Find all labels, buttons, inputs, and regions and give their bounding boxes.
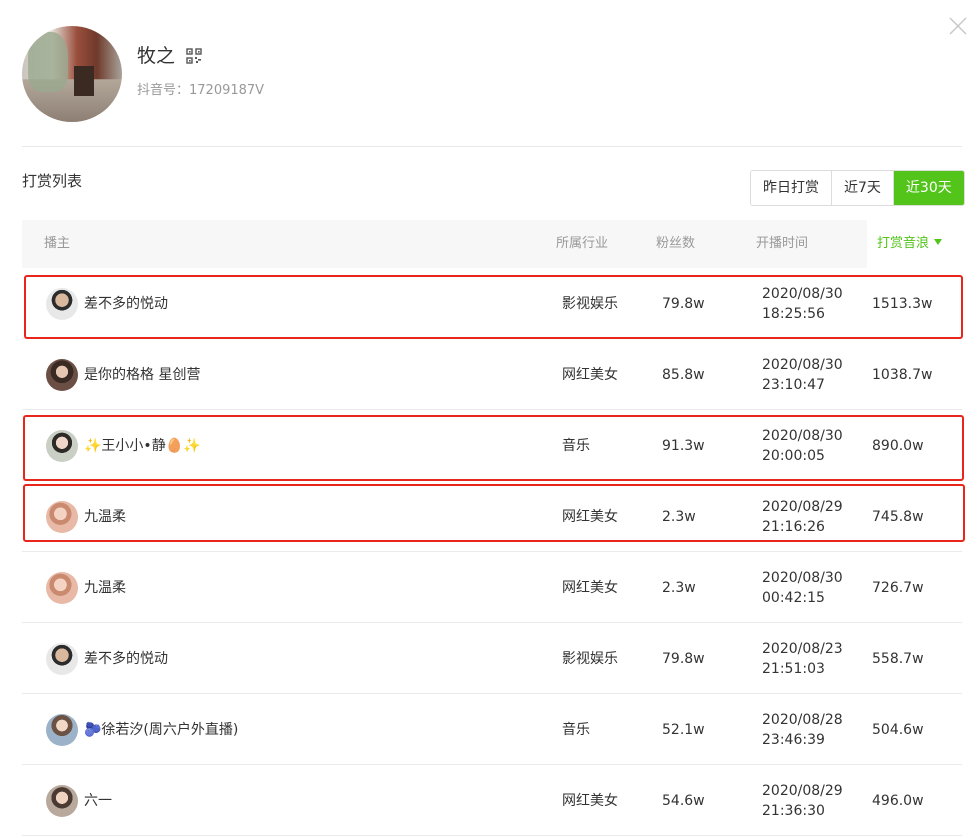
table-row[interactable]: 六一 网红美女 54.6w 2020/08/29 21:36:30 496.0w [22, 765, 962, 836]
start-date: 2020/08/30 [762, 428, 843, 444]
column-header-industry: 所属行业 [556, 236, 609, 251]
column-header-reward[interactable]: 打赏音浪 [867, 220, 962, 268]
reward-amount: 1038.7w [872, 367, 933, 383]
start-time: 2020/08/30 18:25:56 [762, 284, 843, 324]
fans-count: 2.3w [662, 580, 696, 596]
start-time: 2020/08/29 21:16:26 [762, 497, 843, 537]
start-time: 2020/08/30 20:00:05 [762, 426, 843, 466]
industry: 网红美女 [562, 580, 618, 596]
table-header: 播主 所属行业 粉丝数 开播时间 打赏音浪 [22, 220, 962, 268]
industry: 音乐 [562, 438, 590, 454]
start-clock: 21:16:26 [762, 519, 825, 535]
tab-yesterday[interactable]: 昨日打赏 [751, 171, 832, 205]
industry: 影视娱乐 [562, 296, 618, 312]
profile-id: 抖音号：17209187V [137, 82, 264, 100]
reward-amount: 496.0w [872, 793, 924, 809]
anchor-name[interactable]: 是你的格格 星创营 [84, 366, 200, 384]
anchor-name[interactable]: 九温柔 [84, 579, 126, 597]
start-clock: 20:00:05 [762, 448, 825, 464]
column-header-reward-label: 打赏音浪 [877, 236, 930, 251]
start-date: 2020/08/28 [762, 712, 843, 728]
anchor-name[interactable]: 六一 [84, 792, 112, 810]
qr-code-icon[interactable] [186, 48, 202, 64]
close-button[interactable] [948, 16, 968, 36]
start-date: 2020/08/29 [762, 499, 843, 515]
divider [22, 146, 962, 147]
start-time: 2020/08/30 00:42:15 [762, 568, 843, 608]
avatar [46, 643, 78, 675]
profile-avatar [22, 26, 122, 122]
period-tabs: 昨日打赏 近7天 近30天 [750, 170, 965, 206]
fans-count: 54.6w [662, 793, 705, 809]
start-date: 2020/08/30 [762, 570, 843, 586]
industry: 网红美女 [562, 793, 618, 809]
start-date: 2020/08/23 [762, 641, 843, 657]
reward-amount: 890.0w [872, 438, 924, 454]
fans-count: 79.8w [662, 296, 705, 312]
start-clock: 18:25:56 [762, 306, 825, 322]
fans-count: 91.3w [662, 438, 705, 454]
start-date: 2020/08/30 [762, 286, 843, 302]
tab-7-days[interactable]: 近7天 [832, 171, 894, 205]
column-header-anchor: 播主 [44, 236, 71, 251]
start-clock: 23:10:47 [762, 377, 825, 393]
avatar [46, 714, 78, 746]
sort-desc-icon [934, 238, 943, 245]
avatar [46, 572, 78, 604]
column-header-start-time: 开播时间 [756, 236, 809, 251]
reward-amount: 726.7w [872, 580, 924, 596]
fans-count: 2.3w [662, 509, 696, 525]
fans-count: 52.1w [662, 722, 705, 738]
start-time: 2020/08/30 23:10:47 [762, 355, 843, 395]
start-time: 2020/08/28 23:46:39 [762, 710, 843, 750]
fans-count: 79.8w [662, 651, 705, 667]
anchor-name[interactable]: ✨王小小•静🥚✨ [84, 437, 201, 455]
avatar [46, 359, 78, 391]
column-header-fans: 粉丝数 [656, 236, 696, 251]
profile-id-label: 抖音号： [137, 83, 190, 98]
table-row[interactable]: 🫐徐若汐(周六户外直播) 音乐 52.1w 2020/08/28 23:46:39… [22, 694, 962, 765]
start-time: 2020/08/29 21:36:30 [762, 781, 843, 821]
start-date: 2020/08/30 [762, 357, 843, 373]
profile-id-value: 17209187V [189, 83, 265, 98]
anchor-name[interactable]: 差不多的悦动 [84, 295, 168, 313]
start-clock: 00:42:15 [762, 590, 825, 606]
start-clock: 21:51:03 [762, 661, 825, 677]
reward-amount: 558.7w [872, 651, 924, 667]
start-time: 2020/08/23 21:51:03 [762, 639, 843, 679]
avatar [46, 501, 78, 533]
close-icon [949, 17, 967, 35]
avatar [46, 288, 78, 320]
fans-count: 85.8w [662, 367, 705, 383]
reward-amount: 1513.3w [872, 296, 933, 312]
start-date: 2020/08/29 [762, 783, 843, 799]
industry: 音乐 [562, 722, 590, 738]
table-row[interactable]: 九温柔 网红美女 2.3w 2020/08/29 21:16:26 745.8w [22, 481, 962, 552]
section-title: 打赏列表 [22, 172, 83, 190]
reward-amount: 504.6w [872, 722, 924, 738]
anchor-name[interactable]: 九温柔 [84, 508, 126, 526]
anchor-name[interactable]: 🫐徐若汐(周六户外直播) [84, 721, 238, 739]
profile-name: 牧之 [137, 45, 176, 67]
start-clock: 21:36:30 [762, 803, 825, 819]
table-row[interactable]: 差不多的悦动 影视娱乐 79.8w 2020/08/23 21:51:03 558… [22, 623, 962, 694]
avatar [46, 430, 78, 462]
tab-30-days[interactable]: 近30天 [893, 171, 964, 205]
anchor-name[interactable]: 差不多的悦动 [84, 650, 168, 668]
industry: 网红美女 [562, 367, 618, 383]
table-row[interactable]: 差不多的悦动 影视娱乐 79.8w 2020/08/30 18:25:56 151… [22, 268, 962, 339]
start-clock: 23:46:39 [762, 732, 825, 748]
industry: 网红美女 [562, 509, 618, 525]
table-row[interactable]: ✨王小小•静🥚✨ 音乐 91.3w 2020/08/30 20:00:05 890… [22, 410, 962, 481]
table-row[interactable]: 是你的格格 星创营 网红美女 85.8w 2020/08/30 23:10:47 … [22, 339, 962, 410]
avatar [46, 785, 78, 817]
industry: 影视娱乐 [562, 651, 618, 667]
table-row[interactable]: 九温柔 网红美女 2.3w 2020/08/30 00:42:15 726.7w [22, 552, 962, 623]
reward-amount: 745.8w [872, 509, 924, 525]
